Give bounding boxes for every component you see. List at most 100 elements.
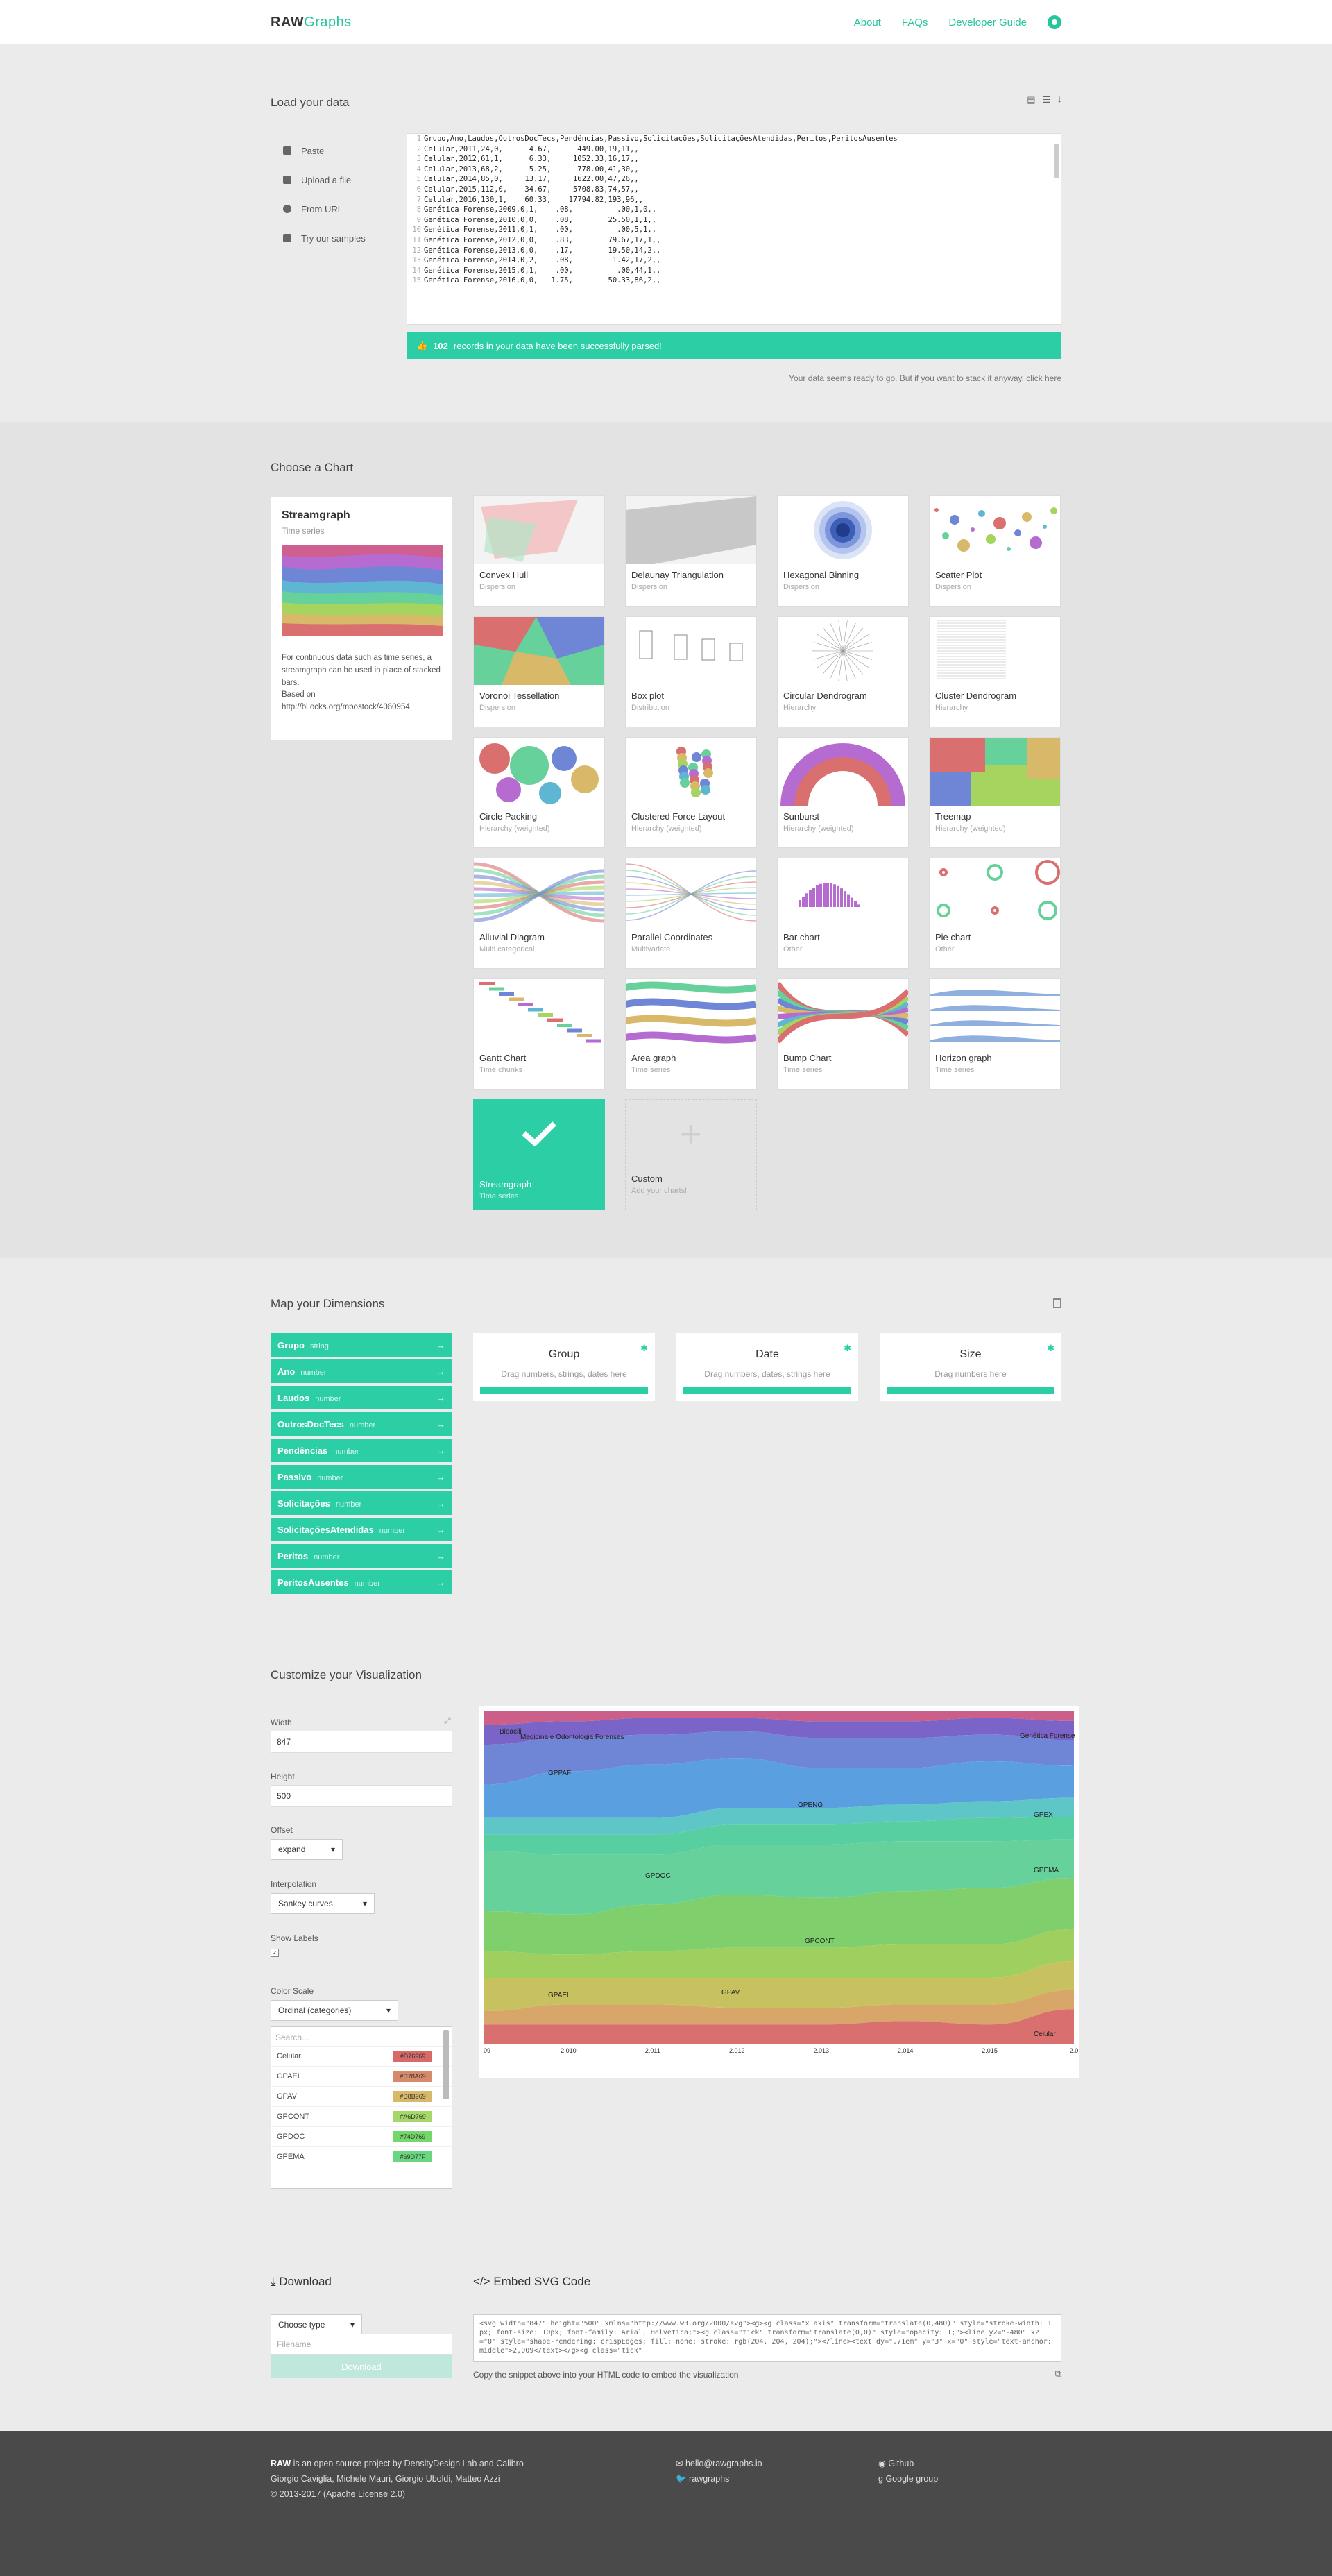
slot-size[interactable]: ✱ Size Drag numbers here — [880, 1333, 1061, 1401]
chart-option-category: Dispersion — [935, 583, 1060, 591]
footer-twitter[interactable]: 🐦 rawgraphs — [676, 2471, 878, 2486]
chart-option-cluster-dendrogram[interactable]: Cluster DendrogramHierarchy — [929, 616, 1061, 727]
dimension-outrosdoctecs[interactable]: OutrosDocTecsnumber→ — [271, 1412, 452, 1436]
table-icon[interactable]: ☰ — [1043, 94, 1051, 105]
chart-option-box-plot[interactable]: Box plotDistribution — [625, 616, 757, 727]
width-input[interactable]: 847 — [271, 1731, 452, 1753]
line-number: 14 — [407, 266, 424, 276]
chart-option-custom[interactable]: +CustomAdd your charts! — [625, 1099, 757, 1210]
chart-option-clustered-force-layout[interactable]: Clustered Force LayoutHierarchy (weighte… — [625, 737, 757, 848]
nav-developer-guide[interactable]: Developer Guide — [948, 17, 1027, 28]
footer-github[interactable]: ◉ Github — [878, 2456, 938, 2471]
color-swatch[interactable]: #A6D769 — [393, 2111, 432, 2122]
paste-icon — [283, 146, 291, 155]
github-icon[interactable] — [1048, 15, 1061, 29]
editor-line: 4Celular,2013,68,2, 5.25, 778.00,41,30,, — [407, 164, 1061, 175]
bl-ocks-link[interactable]: http://bl.ocks.org/mbostock/4060954 — [282, 703, 410, 711]
download-type-select[interactable]: Choose type▾ — [271, 2314, 362, 2335]
chart-option-area-graph[interactable]: Area graphTime series — [625, 978, 757, 1090]
height-input[interactable]: 500 — [271, 1785, 452, 1807]
chart-option-alluvial-diagram[interactable]: Alluvial DiagramMulti categorical — [473, 858, 605, 969]
download-button[interactable]: Download — [271, 2355, 452, 2378]
chart-option-treemap[interactable]: TreemapHierarchy (weighted) — [929, 737, 1061, 848]
footer-google-group[interactable]: g Google group — [878, 2471, 938, 2486]
stream-label: GPDOC — [645, 1872, 671, 1880]
color-swatch[interactable]: #D78A69 — [393, 2071, 432, 2082]
menu-paste[interactable]: Paste — [271, 136, 402, 165]
nav-faqs[interactable]: FAQs — [902, 17, 928, 28]
editor-line: 12Genética Forense,2013,0,0, .17, 19.50,… — [407, 246, 1061, 256]
chart-option-hexagonal-binning[interactable]: Hexagonal BinningDispersion — [777, 495, 909, 607]
slot-drop-bar[interactable] — [683, 1387, 851, 1394]
menu-upload[interactable]: Upload a file — [271, 165, 402, 194]
filename-input[interactable]: Filename — [271, 2334, 452, 2355]
dimension-passivo[interactable]: Passivonumber→ — [271, 1465, 452, 1489]
chart-option-horizon-graph[interactable]: Horizon graphTime series — [929, 978, 1061, 1090]
line-text: Genética Forense,2010,0,0, .08, 25.50,1,… — [424, 215, 656, 226]
dimension-ano[interactable]: Anonumber→ — [271, 1359, 452, 1383]
chart-option-convex-hull[interactable]: Convex HullDispersion — [473, 495, 605, 607]
chart-option-scatter-plot[interactable]: Scatter PlotDispersion — [929, 495, 1061, 607]
slot-drop-bar[interactable] — [887, 1387, 1054, 1394]
show-labels-checkbox[interactable]: ✓ — [271, 1949, 279, 1957]
trash-icon[interactable] — [1053, 1298, 1061, 1308]
slot-drop-bar[interactable] — [480, 1387, 648, 1394]
chart-option-circular-dendrogram[interactable]: Circular DendrogramHierarchy — [777, 616, 909, 727]
line-number: 7 — [407, 195, 424, 205]
dimension-pendências[interactable]: Pendênciasnumber→ — [271, 1439, 452, 1462]
chart-option-bar-chart[interactable]: Bar chartOther — [777, 858, 909, 969]
color-swatch[interactable]: #69D77F — [393, 2151, 432, 2162]
interpolation-select[interactable]: Sankey curves▾ — [271, 1893, 375, 1914]
color-swatch[interactable]: #74D769 — [393, 2131, 432, 2142]
slot-date[interactable]: ✱ Date Drag numbers, dates, strings here — [676, 1333, 858, 1401]
color-swatch[interactable]: #D76969 — [393, 2051, 432, 2062]
chart-option-name: Cluster Dendrogram — [935, 690, 1060, 701]
embed-code[interactable]: <svg width="847" height="500" xmlns="htt… — [473, 2314, 1061, 2362]
chart-thumbnail — [778, 738, 908, 806]
chart-option-bump-chart[interactable]: Bump ChartTime series — [777, 978, 909, 1090]
slot-group[interactable]: ✱ Group Drag numbers, strings, dates her… — [473, 1333, 655, 1401]
dimension-peritos[interactable]: Peritosnumber→ — [271, 1544, 452, 1568]
chart-option-gantt-chart[interactable]: Gantt ChartTime chunks — [473, 978, 605, 1090]
dimension-type: number — [300, 1368, 326, 1377]
line-text: Celular,2014,85,0, 13.17, 1622.00,47,26,… — [424, 174, 639, 185]
color-search-input[interactable]: Search... — [271, 2027, 452, 2047]
chart-option-delaunay-triangulation[interactable]: Delaunay TriangulationDispersion — [625, 495, 757, 607]
expand-icon[interactable]: ⤢ — [444, 1715, 451, 1726]
download-icon[interactable]: ⤓ — [1057, 94, 1061, 105]
twitter-icon: 🐦 — [676, 2474, 689, 2484]
editor-scrollbar[interactable] — [1054, 144, 1059, 178]
data-editor[interactable]: 1Grupo,Ano,Laudos,OutrosDocTecs,Pendênci… — [407, 133, 1061, 325]
color-scale-select[interactable]: Ordinal (categories)▾ — [271, 2000, 398, 2021]
arrow-right-icon: → — [436, 1577, 445, 1588]
x-tick-label: 2.0 — [1070, 2047, 1079, 2054]
chart-thumbnail — [626, 496, 756, 564]
chart-option-circle-packing[interactable]: Circle PackingHierarchy (weighted) — [473, 737, 605, 848]
line-text: Celular,2012,61,1, 6.33, 1052.33,16,17,, — [424, 154, 639, 164]
chart-option-streamgraph[interactable]: StreamgraphTime series — [473, 1099, 605, 1210]
line-text: Genética Forense,2012,0,0, .83, 79.67,17… — [424, 235, 660, 246]
chart-option-pie-chart[interactable]: Pie chartOther — [929, 858, 1061, 969]
chart-option-sunburst[interactable]: SunburstHierarchy (weighted) — [777, 737, 909, 848]
menu-samples[interactable]: Try our samples — [271, 223, 402, 253]
line-number: 5 — [407, 174, 424, 185]
color-list-scrollbar[interactable] — [443, 2030, 449, 2099]
color-swatch[interactable]: #D8B969 — [393, 2091, 432, 2102]
chart-option-parallel-coordinates[interactable]: Parallel CoordinatesMultivariate — [625, 858, 757, 969]
footer-authors: Giorgio Caviglia, Michele Mauri, Giorgio… — [271, 2471, 676, 2486]
footer-email[interactable]: ✉ hello@rawgraphs.io — [676, 2456, 878, 2471]
offset-select[interactable]: expand▾ — [271, 1839, 343, 1860]
dimension-solicitações[interactable]: Solicitaçõesnumber→ — [271, 1491, 452, 1515]
dimension-peritosausentes[interactable]: PeritosAusentesnumber→ — [271, 1570, 452, 1594]
chart-option-voronoi-tessellation[interactable]: Voronoi TessellationDispersion — [473, 616, 605, 727]
required-icon: ✱ — [1047, 1343, 1054, 1354]
logo[interactable]: RAWGraphs — [271, 15, 352, 31]
stack-message[interactable]: Your data seems ready to go. But if you … — [789, 373, 1061, 383]
dimension-laudos[interactable]: Laudosnumber→ — [271, 1386, 452, 1409]
dimension-solicitaçõesatendidas[interactable]: SolicitaçõesAtendidasnumber→ — [271, 1518, 452, 1541]
copy-icon[interactable]: ⧉ — [1055, 2369, 1061, 2380]
menu-url[interactable]: From URL — [271, 194, 402, 223]
nav-about[interactable]: About — [854, 17, 881, 28]
file-icon[interactable]: ▤ — [1027, 94, 1035, 105]
dimension-grupo[interactable]: Grupostring→ — [271, 1333, 452, 1357]
